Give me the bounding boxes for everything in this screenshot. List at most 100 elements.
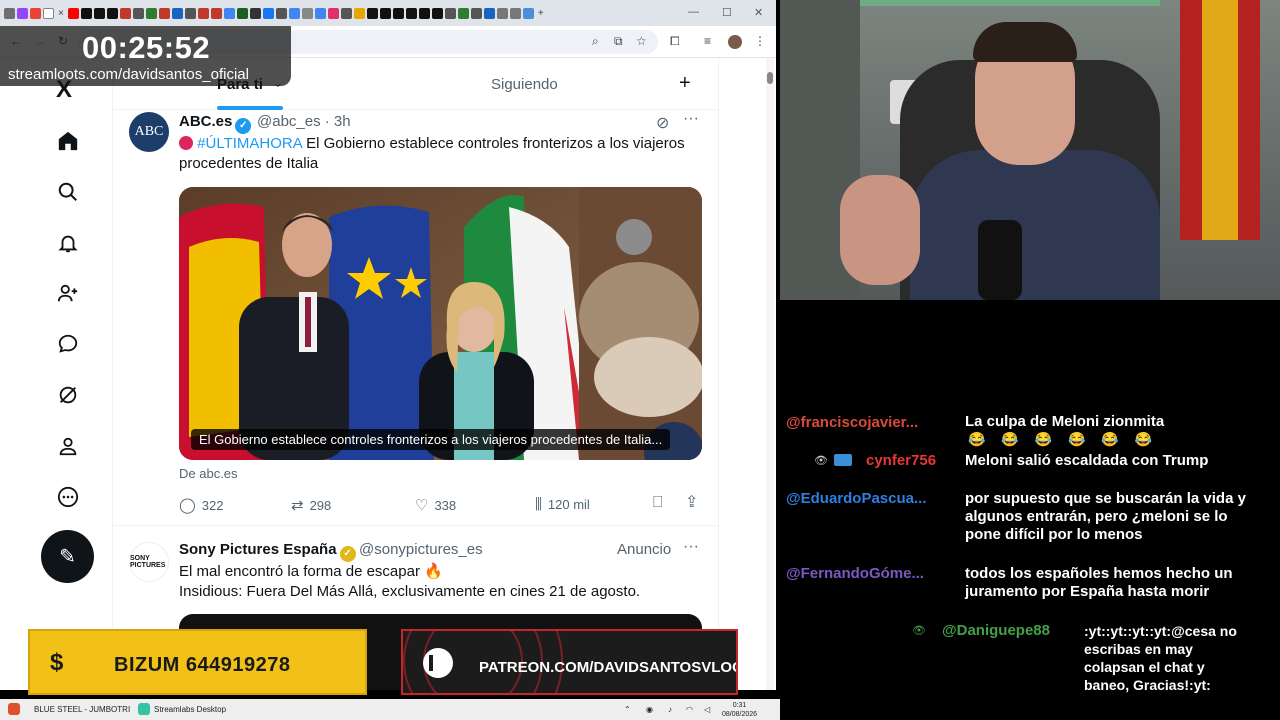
volume-icon[interactable]: ◁ xyxy=(704,705,710,714)
hashtag-link[interactable]: #ÚLTIMAHORA xyxy=(197,135,302,152)
new-tab-button[interactable]: + xyxy=(538,8,544,19)
news-tab-icon[interactable] xyxy=(496,7,508,19)
view-count: 120 mil xyxy=(547,497,590,512)
news-tab-icon[interactable] xyxy=(457,7,469,19)
tray-chevron-icon[interactable]: ⌃ xyxy=(624,705,631,714)
youtube-tab-icon[interactable] xyxy=(67,7,79,19)
news-tab-icon[interactable] xyxy=(145,7,157,19)
like-button[interactable]: ♡ 338 xyxy=(415,496,456,514)
compose-post-button[interactable]: ✎ xyxy=(41,530,94,583)
news-tab-icon[interactable] xyxy=(483,7,495,19)
profile-icon[interactable] xyxy=(55,433,81,459)
add-feed-button[interactable]: + xyxy=(679,72,691,95)
zoom-icon[interactable]: ⌕ xyxy=(592,34,599,49)
author-name-text[interactable]: ABC.es xyxy=(179,113,232,130)
more-icon[interactable] xyxy=(55,484,81,510)
network-icon[interactable]: ◉ xyxy=(646,705,653,714)
badge-icon: 👁 xyxy=(912,625,926,637)
news-tab-icon[interactable] xyxy=(171,7,183,19)
streamlabs-icon[interactable] xyxy=(138,703,150,715)
reply-button[interactable]: ◯ 322 xyxy=(179,496,224,514)
news-tab-icon[interactable] xyxy=(158,7,170,19)
more-options-icon[interactable]: ··· xyxy=(683,538,699,556)
x-tab-icon[interactable] xyxy=(366,7,378,19)
gmail-tab-icon[interactable] xyxy=(30,7,41,19)
news-tab-icon[interactable] xyxy=(184,7,196,19)
x-tab-icon[interactable] xyxy=(418,7,430,19)
news-tab-icon[interactable] xyxy=(119,7,131,19)
maximize-button[interactable]: ☐ xyxy=(722,6,732,19)
facebook-tab-icon[interactable] xyxy=(262,7,274,19)
media-icon[interactable]: ≡ xyxy=(704,34,711,48)
news-tab-icon[interactable] xyxy=(353,7,365,19)
follow-icon[interactable] xyxy=(55,280,81,306)
wifi-icon[interactable]: ◠ xyxy=(686,705,693,714)
active-tab[interactable] xyxy=(43,7,54,19)
menu-icon[interactable]: ⋮ xyxy=(754,34,766,48)
news-tab-icon[interactable] xyxy=(210,7,222,19)
x-tab-icon[interactable] xyxy=(405,7,417,19)
grok-icon[interactable]: ⊘ xyxy=(656,113,669,133)
news-tab-icon[interactable] xyxy=(522,7,534,19)
news-tab-icon[interactable] xyxy=(275,7,287,19)
x-tab-icon[interactable] xyxy=(93,7,105,19)
news-tab-icon[interactable] xyxy=(340,7,352,19)
tweet-author-name[interactable]: Sony Pictures España ✓ xyxy=(179,541,356,562)
tab-close-icon[interactable]: × xyxy=(58,8,64,19)
extensions-icon[interactable]: ⧠ xyxy=(670,34,680,49)
taskbar-item[interactable]: BLUE STEEL - JUMBOTRI xyxy=(34,705,130,714)
news-tab-icon[interactable] xyxy=(301,7,313,19)
messages-icon[interactable] xyxy=(55,331,81,357)
search-icon[interactable] xyxy=(55,179,81,205)
notifications-icon[interactable] xyxy=(55,230,81,256)
tweet-media[interactable]: El Gobierno establece controles fronteri… xyxy=(179,187,702,460)
news-tab-icon[interactable] xyxy=(236,7,248,19)
share-icon[interactable]: ⇪ xyxy=(685,492,698,512)
tweet-handle[interactable]: @sonypictures_es xyxy=(359,541,483,558)
home-icon[interactable] xyxy=(55,128,81,154)
minimize-button[interactable]: — xyxy=(688,6,699,18)
repost-button[interactable]: ⇄ 298 xyxy=(291,496,331,514)
tab-following[interactable]: Siguiendo xyxy=(491,76,558,93)
x-tab-icon[interactable] xyxy=(379,7,391,19)
close-window-button[interactable]: ✕ xyxy=(754,6,763,19)
taskbar-item[interactable]: Streamlabs Desktop xyxy=(154,705,226,714)
clock[interactable]: 0:31 08/08/2026 xyxy=(722,701,757,719)
bookmark-star-icon[interactable]: ☆ xyxy=(636,34,647,48)
twitch-tab-icon[interactable] xyxy=(17,7,28,19)
link-source[interactable]: De abc.es xyxy=(179,466,238,481)
x-tab-icon[interactable] xyxy=(392,7,404,19)
avatar[interactable]: SONY PICTURES xyxy=(129,542,169,582)
google-tab-icon[interactable] xyxy=(288,7,300,19)
news-tab-icon[interactable] xyxy=(470,7,482,19)
scrollbar[interactable] xyxy=(766,58,774,690)
x-tab-icon[interactable] xyxy=(431,7,443,19)
instagram-tab-icon[interactable] xyxy=(327,7,339,19)
tweet-author-name[interactable]: ABC.es ✓ xyxy=(179,113,252,134)
news-tab-icon[interactable] xyxy=(249,7,261,19)
tab-list-icon[interactable] xyxy=(4,7,15,19)
avatar[interactable]: ABC xyxy=(129,112,169,152)
cast-icon[interactable]: ⧉ xyxy=(614,34,623,49)
news-tab-icon[interactable] xyxy=(509,7,521,19)
google-tab-icon[interactable] xyxy=(314,7,326,19)
x-tab-icon[interactable] xyxy=(106,7,118,19)
scroll-thumb[interactable] xyxy=(767,72,773,84)
google-tab-icon[interactable] xyxy=(223,7,235,19)
tweet-handle[interactable]: @abc_es · 3h xyxy=(257,113,351,130)
more-options-icon[interactable]: ··· xyxy=(683,110,699,128)
news-tab-icon[interactable] xyxy=(197,7,209,19)
news-tab-icon[interactable] xyxy=(132,7,144,19)
news-tab-icon[interactable] xyxy=(444,7,456,19)
x-tab-icon[interactable] xyxy=(80,7,92,19)
patreon-logo-icon xyxy=(423,648,453,678)
news-photo xyxy=(179,187,702,460)
brave-icon[interactable] xyxy=(8,703,20,715)
author-name-text[interactable]: Sony Pictures España xyxy=(179,541,337,558)
verified-gold-icon: ✓ xyxy=(339,546,356,562)
grok-icon[interactable] xyxy=(55,382,81,408)
views-button[interactable]: ⫼ 120 mil xyxy=(535,496,590,513)
bookmark-icon[interactable]: ⎕ xyxy=(653,494,663,512)
mic-icon[interactable]: ♪ xyxy=(668,705,672,714)
profile-avatar[interactable] xyxy=(728,35,742,49)
